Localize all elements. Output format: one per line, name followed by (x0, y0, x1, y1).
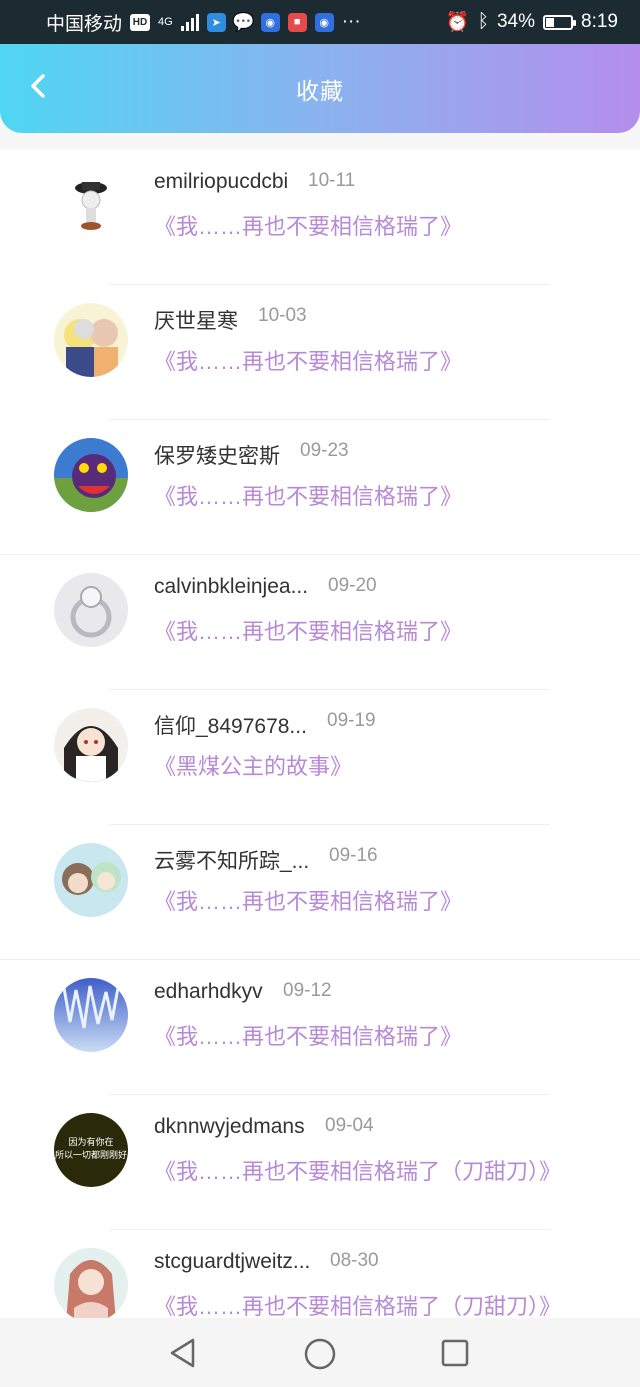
favorite-date: 08-30 (330, 1250, 379, 1271)
favorite-date: 09-16 (329, 845, 378, 866)
avatar-text-line: 因为有你在 (68, 1138, 114, 1148)
favorite-date: 09-20 (328, 575, 377, 596)
crystal-avatar[interactable] (54, 978, 128, 1052)
list-item[interactable]: calvinbkleinjea... 09-20 《我……再也不要相信格瑞了》 (0, 555, 640, 690)
chat-icon: 💬 (232, 11, 255, 32)
list-item[interactable]: 云雾不知所踪_... 09-16 《我……再也不要相信格瑞了》 (0, 825, 640, 960)
favorite-date: 09-19 (327, 710, 376, 731)
page-title: 收藏 (296, 77, 344, 104)
user-name[interactable]: 厌世星寒 (154, 305, 238, 335)
user-name[interactable]: dknnwyjedmans (154, 1115, 305, 1139)
bluetooth-icon: ᛒ (477, 11, 489, 32)
nav-recents-button[interactable] (438, 1336, 474, 1372)
list-item[interactable]: 信仰_8497678... 09-19 《黑煤公主的故事》 (0, 690, 640, 825)
list-item[interactable]: 厌世星寒 10-03 《我……再也不要相信格瑞了》 (0, 285, 640, 420)
system-nav-bar (0, 1318, 640, 1387)
text-avatar[interactable]: 因为有你在所以一切都刚刚好 (54, 1113, 128, 1187)
circle-home-icon (304, 1338, 336, 1370)
anime-pair-avatar[interactable] (54, 303, 128, 377)
user-name[interactable]: edharhdkyv (154, 980, 263, 1004)
battery-percent: 34% (496, 11, 536, 32)
bulb-icon: ◉ (260, 12, 280, 32)
app-icon: ■ (287, 12, 307, 32)
work-title-link[interactable]: 《我……再也不要相信格瑞了》 (154, 614, 462, 646)
portrait-avatar[interactable] (54, 1248, 128, 1318)
work-title-link[interactable]: 《我……再也不要相信格瑞了（刀甜刀）》 (154, 1289, 561, 1318)
avatar-text-line: 所以一切都刚刚好 (54, 1151, 127, 1161)
figurine-avatar[interactable] (54, 168, 128, 242)
battery-icon (543, 14, 577, 30)
list-item[interactable]: emilriopucdcbi 10-11 《我……再也不要相信格瑞了》 (0, 150, 640, 285)
nav-back-button[interactable] (166, 1336, 202, 1372)
work-title-link[interactable]: 《我……再也不要相信格瑞了》 (154, 209, 462, 241)
header-bar: 收藏 (0, 44, 640, 133)
user-name[interactable]: emilriopucdcbi (154, 170, 288, 194)
square-recents-icon (441, 1339, 469, 1367)
favorite-date: 10-03 (258, 305, 307, 326)
favorite-date: 09-12 (283, 980, 332, 1001)
anime-girl-avatar[interactable] (54, 708, 128, 782)
back-button[interactable] (18, 64, 58, 108)
user-name[interactable]: calvinbkleinjea... (154, 575, 308, 599)
favorite-date: 09-23 (300, 440, 349, 461)
favorite-date: 09-04 (325, 1115, 374, 1136)
favorite-date: 10-11 (308, 170, 356, 191)
user-name[interactable]: 信仰_8497678... (154, 710, 307, 740)
anime-duo-avatar[interactable] (54, 843, 128, 917)
alarm-icon: ⏰ (445, 12, 470, 33)
monster-avatar[interactable] (54, 438, 128, 512)
list-item[interactable]: 因为有你在所以一切都刚刚好 dknnwyjedmans 09-04 《我……再也不要相… (0, 1095, 640, 1230)
more-icon: ··· (341, 11, 361, 32)
status-bar: 中国移动 HD 4G ➤ 💬 ◉ ■ ◉ ··· ⏰ ᛒ 34% 8:19 (0, 0, 640, 44)
network-label: 4G (158, 16, 173, 28)
list-item[interactable]: edharhdkyv 09-12 《我……再也不要相信格瑞了》 (0, 960, 640, 1095)
work-title-link[interactable]: 《黑煤公主的故事》 (154, 749, 352, 781)
list-item[interactable]: stcguardtjweitz... 08-30 《我……再也不要相信格瑞了（刀甜刀… (0, 1230, 640, 1318)
work-title-link[interactable]: 《我……再也不要相信格瑞了》 (154, 479, 462, 511)
ring-avatar[interactable] (54, 573, 128, 647)
signal-icon (180, 13, 199, 31)
hd-badge: HD (130, 13, 151, 31)
user-name[interactable]: 云雾不知所踪_... (154, 845, 309, 875)
work-title-link[interactable]: 《我……再也不要相信格瑞了》 (154, 344, 462, 376)
list-item[interactable]: 保罗矮史密斯 09-23 《我……再也不要相信格瑞了》 (0, 420, 640, 555)
work-title-link[interactable]: 《我……再也不要相信格瑞了》 (154, 1019, 462, 1051)
triangle-back-icon (170, 1338, 195, 1368)
nav-home-button[interactable] (302, 1336, 338, 1372)
user-name[interactable]: 保罗矮史密斯 (154, 440, 280, 470)
favorites-list: emilriopucdcbi 10-11 《我……再也不要相信格瑞了》 厌世星寒 10-… (0, 150, 640, 1318)
bulb-icon-2: ◉ (314, 12, 334, 32)
work-title-link[interactable]: 《我……再也不要相信格瑞了（刀甜刀）》 (154, 1154, 561, 1186)
share-icon: ➤ (206, 12, 226, 32)
clock: 8:19 (581, 11, 618, 32)
carrier-label: 中国移动 (46, 13, 123, 35)
user-name[interactable]: stcguardtjweitz... (154, 1250, 310, 1274)
work-title-link[interactable]: 《我……再也不要相信格瑞了》 (154, 884, 462, 916)
chevron-left-icon (31, 74, 45, 98)
